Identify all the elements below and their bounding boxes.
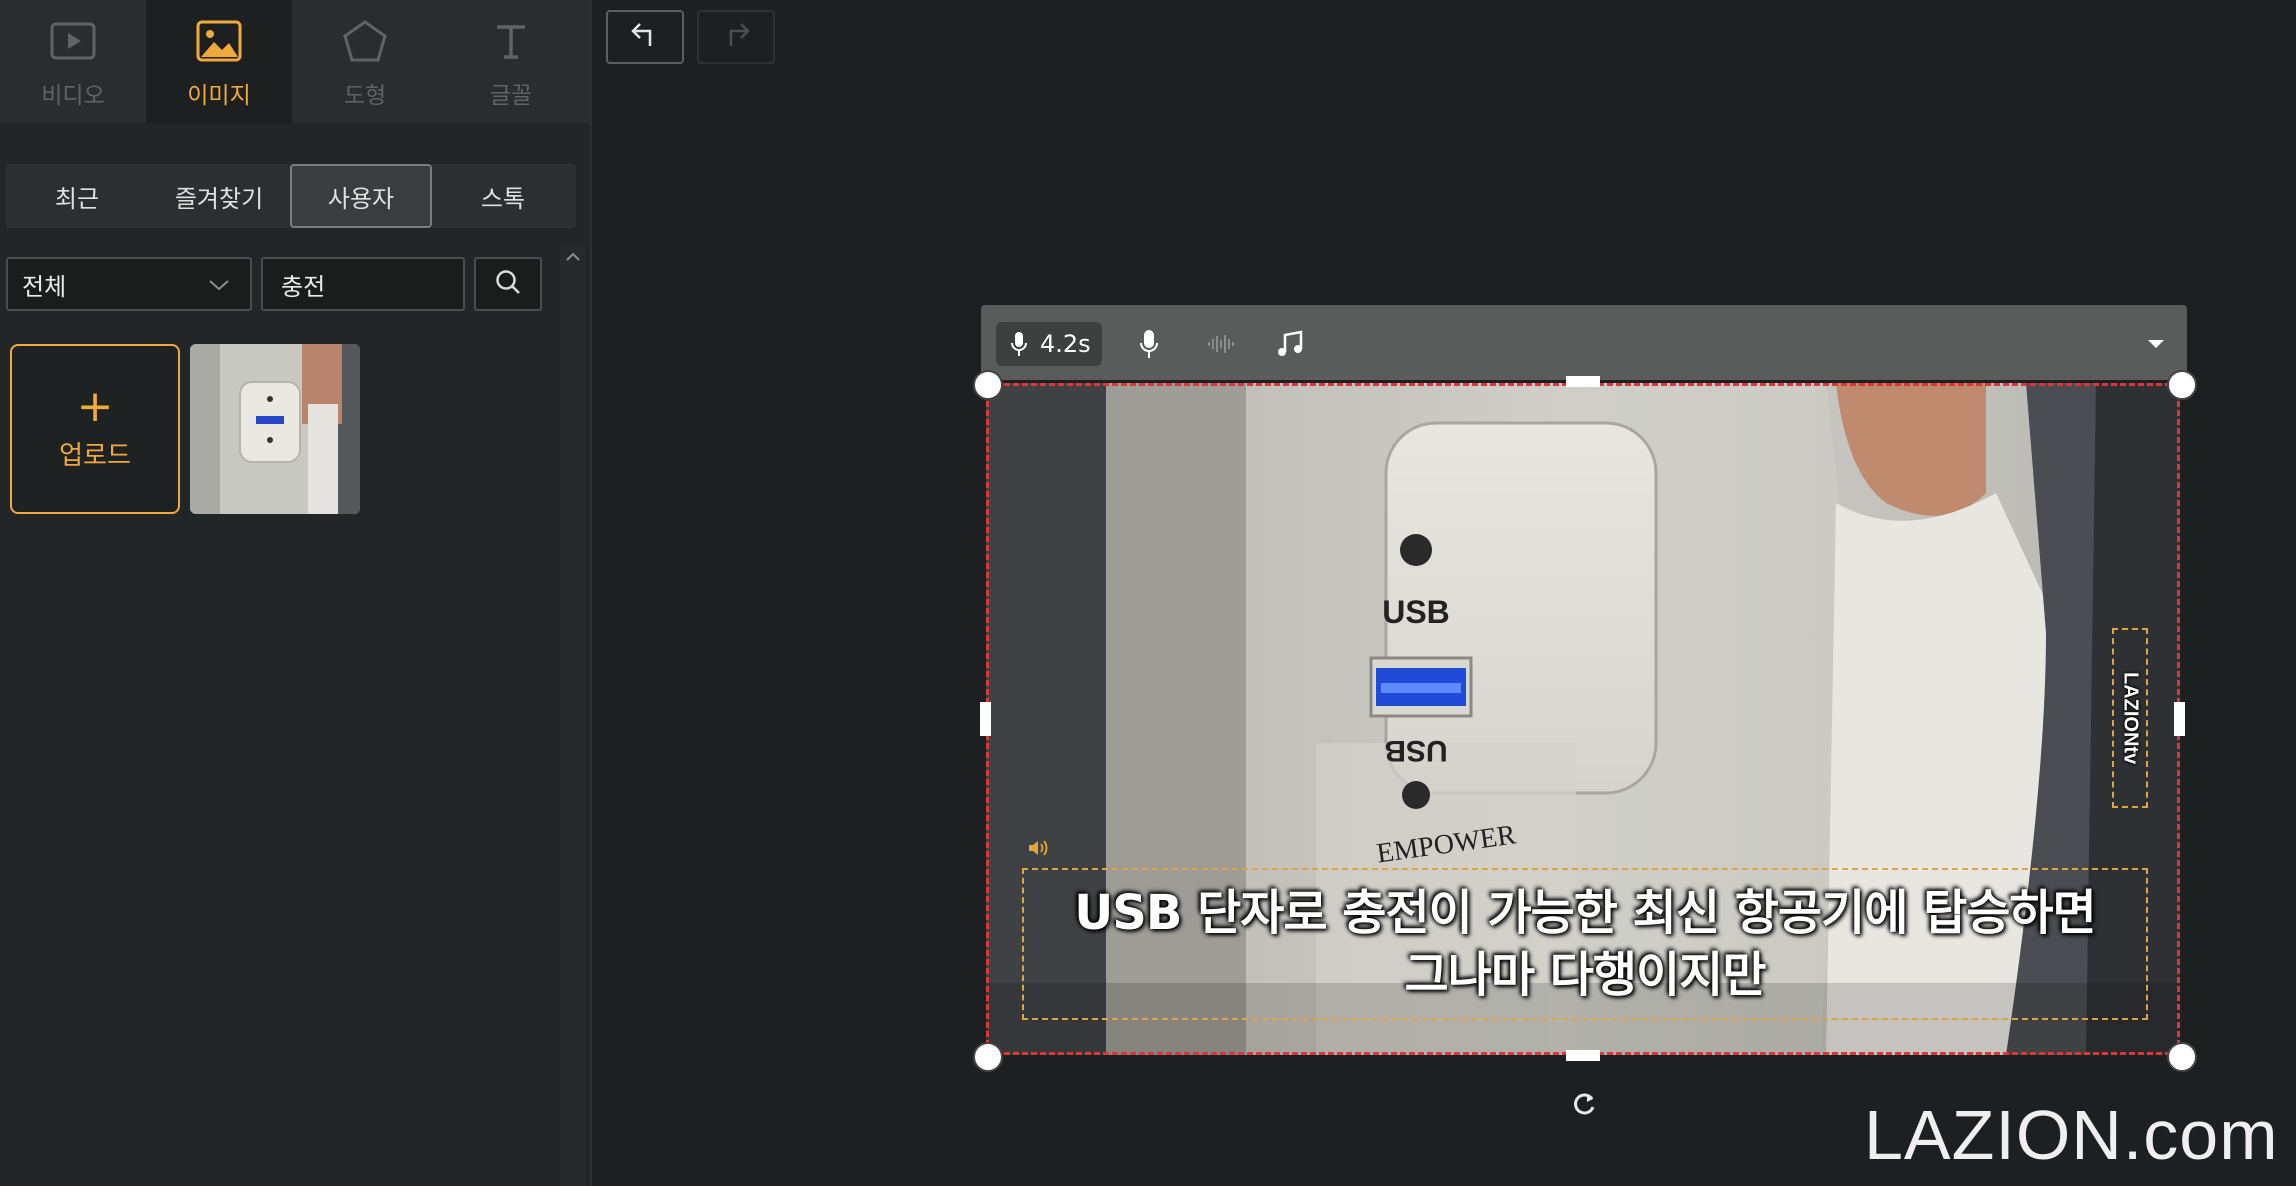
- resize-handle-bottom[interactable]: [1566, 1050, 1600, 1061]
- voice-duration-chip[interactable]: 4.2s: [996, 322, 1102, 366]
- tab-recent[interactable]: 최근: [6, 164, 148, 228]
- tab-image[interactable]: 이미지: [146, 0, 292, 123]
- category-tabs: 비디오 이미지 도형 글꼴: [0, 0, 590, 123]
- voice-record-icon[interactable]: [1132, 327, 1166, 361]
- panel-scrollbar[interactable]: [560, 244, 586, 1186]
- usb-label-bottom: USB: [1384, 734, 1447, 767]
- pentagon-icon: [342, 14, 388, 68]
- speaker-icon[interactable]: [1027, 838, 1053, 862]
- resize-handle-top-left[interactable]: [973, 370, 1003, 400]
- undo-button[interactable]: [606, 10, 684, 64]
- image-thumbnail[interactable]: [190, 344, 360, 514]
- tab-favorites[interactable]: 즐겨찾기: [148, 164, 290, 228]
- resize-handle-left[interactable]: [980, 702, 991, 736]
- watermark: LAZION.com: [1864, 1096, 2279, 1174]
- resize-handle-bottom-right[interactable]: [2167, 1042, 2197, 1072]
- tab-video[interactable]: 비디오: [0, 0, 146, 123]
- tab-shape[interactable]: 도형: [292, 0, 438, 123]
- tab-video-label: 비디오: [41, 82, 105, 109]
- caption-line-1: USB 단자로 충전이 가능한 최신 항공기에 탑승하면: [1074, 885, 2096, 941]
- resize-handle-right[interactable]: [2174, 702, 2185, 736]
- brand-text-box[interactable]: LAZIONtv: [2112, 628, 2148, 808]
- video-icon: [50, 14, 96, 68]
- plus-icon: +: [76, 380, 114, 432]
- asset-panel: 비디오 이미지 도형 글꼴 최근 즐겨찾기 사용자 스톡 전체 충전 + 업로드: [0, 0, 592, 1186]
- redo-icon: [721, 22, 751, 52]
- resize-handle-bottom-left[interactable]: [973, 1042, 1003, 1072]
- caption-text-box[interactable]: USB 단자로 충전이 가능한 최신 항공기에 탑승하면 그나마 다행이지만: [1022, 868, 2148, 1020]
- tab-image-label: 이미지: [187, 82, 251, 109]
- search-icon: [494, 268, 522, 300]
- filter-value: 전체: [22, 272, 67, 301]
- source-tabs: 최근 즐겨찾기 사용자 스톡: [6, 164, 576, 228]
- search-button[interactable]: [474, 257, 542, 311]
- microphone-icon: [1011, 332, 1027, 356]
- scene-toolbar: 4.2s: [981, 305, 2187, 380]
- resize-handle-top-right[interactable]: [2167, 370, 2197, 400]
- scroll-up-icon[interactable]: [560, 244, 586, 270]
- upload-label: 업로드: [59, 440, 131, 471]
- image-icon: [196, 14, 242, 68]
- tab-stock[interactable]: 스톡: [432, 164, 574, 228]
- undo-icon: [630, 22, 660, 52]
- filter-dropdown[interactable]: 전체: [6, 257, 252, 311]
- tab-user[interactable]: 사용자: [290, 164, 432, 228]
- search-input[interactable]: [279, 269, 447, 299]
- caption-line-2: 그나마 다행이지만: [1404, 947, 1767, 1003]
- text-icon: [491, 14, 531, 68]
- voice-duration: 4.2s: [1040, 330, 1091, 358]
- caret-down-icon[interactable]: [2147, 335, 2165, 354]
- brand-text: LAZIONtv: [2119, 671, 2142, 765]
- chevron-down-icon: [208, 270, 230, 298]
- music-note-icon[interactable]: [1273, 327, 1307, 361]
- rotate-icon[interactable]: [1570, 1090, 1598, 1122]
- waveform-icon[interactable]: [1204, 327, 1238, 361]
- upload-button[interactable]: + 업로드: [10, 344, 180, 514]
- tab-font[interactable]: 글꼴: [438, 0, 584, 123]
- tab-shape-label: 도형: [343, 82, 387, 109]
- usb-label-top: USB: [1382, 594, 1450, 630]
- redo-button[interactable]: [697, 10, 775, 64]
- tab-font-label: 글꼴: [489, 82, 533, 109]
- search-field[interactable]: [261, 257, 465, 311]
- resize-handle-top[interactable]: [1566, 376, 1600, 387]
